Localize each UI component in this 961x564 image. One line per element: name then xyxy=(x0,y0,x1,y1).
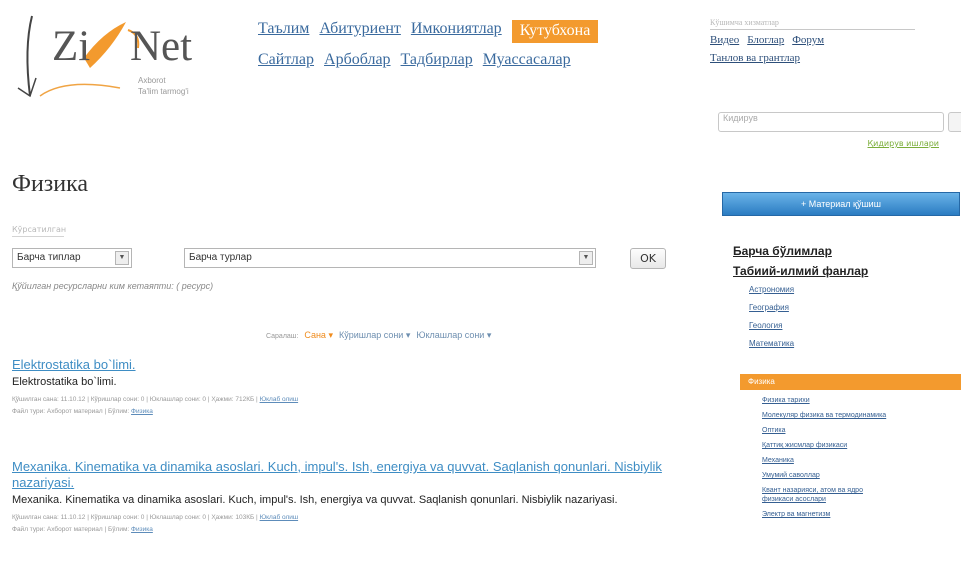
nav-education[interactable]: Таълим xyxy=(258,20,309,43)
resource-stats: Қўшилган сана: 11.10.12 | Кўришлар сони:… xyxy=(12,396,258,403)
search-button[interactable] xyxy=(948,112,961,132)
resource-item: Mexanika. Kinematika va dinamika asoslar… xyxy=(12,459,682,536)
logo-pen-icon xyxy=(17,15,140,98)
nav-institutions[interactable]: Муассасалар xyxy=(483,51,571,69)
subject-list: Астрономия География Геология Математика xyxy=(733,284,868,349)
subtopic-quantum-atom-nucleus-cont[interactable]: физикаси асослари xyxy=(762,495,961,504)
all-sections-link[interactable]: Барча бўлимлар xyxy=(733,244,868,258)
add-material-button[interactable]: + Материал қўшиш xyxy=(722,192,960,216)
logo-word-left: Zi xyxy=(52,23,91,70)
resource-title-link[interactable]: Mexanika. Kinematika va dinamika asoslar… xyxy=(12,459,682,491)
sort-by-downloads[interactable]: Юклашлар сони ▾ xyxy=(416,330,491,341)
resource-description: Mexanika. Kinematika va dinamika asoslar… xyxy=(12,494,618,506)
resource-title-link[interactable]: Elektrostatika bo`limi. xyxy=(12,357,682,373)
main-navigation: Таълим Абитуриент Имкониятлар Кутубхона … xyxy=(258,20,599,69)
type-select[interactable]: Барча типлар ▼ xyxy=(12,248,132,268)
resource-item: Elektrostatika bo`limi. Elektrostatika b… xyxy=(12,357,682,418)
logo-subtitle: Axborot xyxy=(138,76,166,85)
nav-events[interactable]: Тадбирлар xyxy=(401,51,473,69)
search-input[interactable]: Кидирув xyxy=(718,112,944,132)
subtopic-electricity-magnetism[interactable]: Электр ва магнетизм xyxy=(762,510,961,519)
nav-opportunities[interactable]: Имкониятлар xyxy=(411,20,502,43)
logo-word-right: Net xyxy=(130,23,193,70)
download-link[interactable]: Юклаб олиш xyxy=(260,396,299,403)
sort-by-views[interactable]: Кўришлар сони ▾ xyxy=(339,330,410,341)
subtopic-solid-state[interactable]: Қаттиқ жисмлар физикаси xyxy=(762,441,961,450)
resource-meta: Қўшилган сана: 11.10.12 | Кўришлар сони:… xyxy=(12,394,682,418)
resource-meta: Қўшилган сана: 11.10.12 | Кўришлар сони:… xyxy=(12,512,682,536)
sort-label: Саралаш: xyxy=(266,333,299,340)
logo-tagline: Ta'lim tarmog'i xyxy=(138,87,189,96)
page-title: Физика xyxy=(12,171,89,197)
extra-services-caption: Кўшимча хизматлар xyxy=(710,18,915,30)
resource-stats: Қўшилган сана: 11.10.12 | Кўришлар сони:… xyxy=(12,514,258,521)
active-subject-physics[interactable]: Физика xyxy=(740,374,961,390)
resource-description: Elektrostatika bo`limi. xyxy=(12,376,117,388)
subject-astronomy[interactable]: Астрономия xyxy=(749,284,868,295)
download-link[interactable]: Юклаб олиш xyxy=(260,514,299,521)
type-select-value: Барча типлар xyxy=(17,252,81,263)
resource-type: Файл тури: Ахборот материал | Бўлим: xyxy=(12,526,130,533)
category-select[interactable]: Барча турлар ▼ xyxy=(184,248,596,268)
ok-button[interactable]: OK xyxy=(630,248,666,269)
link-contests-grants[interactable]: Танлов ва грантлар xyxy=(710,52,800,64)
physics-subtopics: Физика тарихи Молекуляр физика ва термод… xyxy=(762,396,961,525)
natural-sciences-link[interactable]: Табиий-илмий фанлар xyxy=(733,264,868,278)
subtopic-mechanics[interactable]: Механика xyxy=(762,456,961,465)
link-blogs[interactable]: Блоглар xyxy=(747,34,784,46)
filter-caption: Кўрсатилган xyxy=(12,225,66,237)
resource-count-note: Қўйилган ресурсларни ким кетаяпти: ( рес… xyxy=(12,281,214,291)
section-link[interactable]: Физика xyxy=(131,526,153,533)
subtopic-molecular-physics[interactable]: Молекуляр физика ва термодинамика xyxy=(762,411,961,420)
extra-services: Кўшимча хизматлар Видео Блоглар Форум Та… xyxy=(710,18,915,70)
subject-geology[interactable]: Геология xyxy=(749,320,868,331)
subtopic-quantum-atom-nucleus[interactable]: Квант назарияси, атом ва ядро xyxy=(762,486,961,495)
subject-mathematics[interactable]: Математика xyxy=(749,338,868,349)
nav-applicant[interactable]: Абитуриент xyxy=(319,20,400,43)
nav-library[interactable]: Кутубхона xyxy=(511,20,599,43)
link-forum[interactable]: Форум xyxy=(792,34,824,46)
subtopic-optics[interactable]: Оптика xyxy=(762,426,961,435)
subtopic-physics-history[interactable]: Физика тарихи xyxy=(762,396,961,405)
nav-sites[interactable]: Сайтлар xyxy=(258,51,314,69)
chevron-down-icon[interactable]: ▼ xyxy=(115,251,129,265)
section-link[interactable]: Физика xyxy=(131,408,153,415)
link-video[interactable]: Видео xyxy=(710,34,739,46)
chevron-down-icon[interactable]: ▼ xyxy=(579,251,593,265)
resource-type: Файл тури: Ахборот материал | Бўлим: xyxy=(12,408,130,415)
sort-by-date[interactable]: Сана ▾ xyxy=(304,330,333,341)
subject-geography[interactable]: География xyxy=(749,302,868,313)
sort-bar: Саралаш: Сана ▾ Кўришлар сони ▾ Юклашлар… xyxy=(266,330,491,341)
advanced-search-link[interactable]: Қидирув ишлари xyxy=(868,139,940,148)
category-tree: Барча бўлимлар Табиий-илмий фанлар Астро… xyxy=(733,244,868,356)
category-select-value: Барча турлар xyxy=(189,252,252,263)
site-logo[interactable]: Zi Net Axborot Ta'lim tarmog'i xyxy=(10,8,240,103)
subtopic-general-questions[interactable]: Умумий саволлар xyxy=(762,471,961,480)
nav-figures[interactable]: Арбоблар xyxy=(324,51,391,69)
